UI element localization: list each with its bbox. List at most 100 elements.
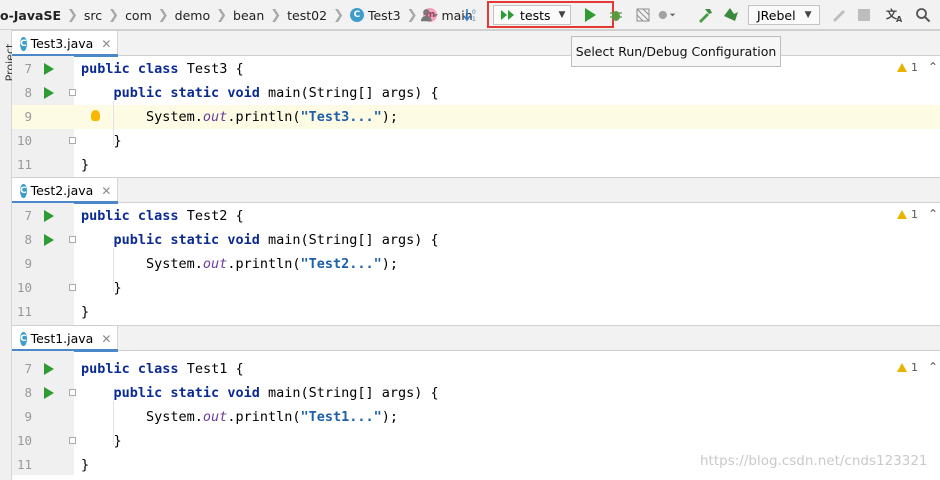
code-line[interactable]: 8 public static void main(String[] args)…: [12, 81, 940, 105]
code-text[interactable]: }: [81, 129, 122, 153]
fold-marker-icon[interactable]: [69, 236, 76, 243]
code-line[interactable]: 9 System.out.println("Test2...");: [12, 252, 940, 276]
code-line[interactable]: 8 public static void main(String[] args)…: [12, 381, 940, 405]
fold-marker-icon[interactable]: [69, 389, 76, 396]
line-number: 10: [16, 433, 32, 448]
user-icon[interactable]: [420, 6, 438, 24]
run-all-icon: [500, 9, 516, 21]
jrebel-selector[interactable]: JRebel ▼: [748, 5, 820, 25]
update-icon[interactable]: [830, 6, 848, 24]
close-icon[interactable]: ✕: [101, 184, 111, 198]
profiler-icon[interactable]: [658, 6, 676, 24]
code-token: "Test1...": [300, 409, 382, 425]
run-gutter-icon[interactable]: [44, 210, 54, 222]
coverage-icon[interactable]: [634, 6, 652, 24]
close-icon[interactable]: ✕: [101, 37, 111, 51]
code-text[interactable]: }: [81, 300, 89, 324]
editor-tab-bar: C Test3.java ✕: [12, 30, 940, 57]
code-text[interactable]: }: [81, 276, 122, 300]
breadcrumb-test02[interactable]: test02: [282, 8, 332, 23]
code-line[interactable]: 11}: [12, 300, 940, 324]
breadcrumb-test3-label: Test3: [367, 7, 401, 23]
svg-text:A: A: [896, 15, 903, 23]
code-line[interactable]: 10 }: [12, 129, 940, 153]
warning-indicator[interactable]: 1: [897, 361, 918, 374]
fold-marker-icon[interactable]: [69, 137, 76, 144]
code-line[interactable]: 7 public class Test2 {1 ⌃: [12, 204, 940, 228]
code-text[interactable]: public static void main(String[] args) {: [81, 228, 439, 252]
run-icon[interactable]: [581, 6, 599, 24]
debug-icon[interactable]: [607, 6, 625, 24]
project-tool-strip[interactable]: Project: [0, 30, 16, 480]
code-token: .println(: [227, 409, 301, 425]
warning-indicator[interactable]: 1: [897, 61, 918, 74]
code-line[interactable]: 8 public static void main(String[] args)…: [12, 228, 940, 252]
jrebel-debug-icon[interactable]: [722, 6, 740, 24]
translate-icon[interactable]: 文A: [886, 6, 904, 24]
code-text[interactable]: public class Test3 {: [81, 57, 244, 81]
code-text[interactable]: public static void main(String[] args) {: [81, 381, 439, 405]
code-token: void: [227, 385, 268, 401]
editor-tab-bar: C Test2.java ✕: [12, 177, 940, 204]
code-token: class: [137, 61, 187, 77]
run-gutter-icon[interactable]: [44, 87, 54, 99]
run-gutter-icon[interactable]: [44, 63, 54, 75]
breadcrumb-test3[interactable]: C Test3: [345, 8, 406, 23]
code-text[interactable]: System.out.println("Test2...");: [81, 252, 398, 276]
code-text[interactable]: public static void main(String[] args) {: [81, 81, 439, 105]
code-text[interactable]: }: [81, 453, 89, 477]
code-text[interactable]: public class Test2 {: [81, 204, 244, 228]
fold-marker-icon[interactable]: [69, 437, 76, 444]
breadcrumb-project[interactable]: o-JavaSE: [0, 8, 66, 23]
code-token: class: [137, 208, 187, 224]
line-number: 7: [24, 361, 32, 376]
code-text[interactable]: }: [81, 429, 122, 453]
chevron-up-icon[interactable]: ⌃: [928, 360, 938, 374]
sort-icon[interactable]: 01: [462, 6, 480, 24]
run-gutter-icon[interactable]: [44, 387, 54, 399]
stop-icon[interactable]: [855, 6, 873, 24]
code-text[interactable]: System.out.println("Test3...");: [81, 105, 398, 129]
code-token: main(String[] args) {: [267, 232, 439, 248]
code-line[interactable]: 9 System.out.println("Test1...");: [12, 405, 940, 429]
close-icon[interactable]: ✕: [101, 332, 111, 346]
warning-indicator[interactable]: 1: [897, 208, 918, 221]
code-token: System.: [81, 409, 203, 425]
code-token: public: [113, 85, 171, 101]
code-text[interactable]: }: [81, 153, 89, 177]
breadcrumb-separator: ❯: [333, 7, 344, 23]
class-icon: C: [349, 8, 364, 22]
code-line[interactable]: 10 }: [12, 276, 940, 300]
code-line[interactable]: 7 public class Test1 { 1 ⌃: [12, 357, 940, 381]
run-gutter-icon[interactable]: [44, 234, 54, 246]
breadcrumb-src[interactable]: src: [79, 8, 107, 23]
build-hammer-icon[interactable]: [696, 6, 714, 24]
run-gutter-icon[interactable]: [44, 363, 54, 375]
warning-count: 1: [911, 208, 918, 221]
fold-marker-icon[interactable]: [69, 89, 76, 96]
warning-icon: [897, 63, 907, 72]
breadcrumb-bean[interactable]: bean: [228, 8, 269, 23]
chevron-up-icon[interactable]: ⌃: [928, 207, 938, 221]
chevron-up-icon[interactable]: ⌃: [928, 60, 938, 74]
editor-tab[interactable]: C Test3.java ✕: [12, 31, 118, 57]
editor-tab-bar: C Test1.java ✕: [12, 325, 940, 352]
code-text[interactable]: public class Test1 {: [81, 357, 244, 381]
fold-marker-icon[interactable]: [69, 284, 76, 291]
breadcrumb-com[interactable]: com: [120, 8, 157, 23]
code-line[interactable]: 7 public class Test3 {1 ⌃: [12, 57, 940, 81]
code-line[interactable]: 9 System.out.println("Test3...");: [12, 105, 940, 129]
warning-count: 1: [911, 361, 918, 374]
code-line[interactable]: 11}: [12, 153, 940, 177]
run-config-selector[interactable]: tests ▼: [493, 5, 571, 25]
editor-tab[interactable]: C Test2.java ✕: [12, 178, 118, 204]
breadcrumb-demo[interactable]: demo: [170, 8, 215, 23]
editor-tab[interactable]: C Test1.java ✕: [12, 326, 118, 352]
search-icon[interactable]: [914, 6, 932, 24]
code-text[interactable]: System.out.println("Test1...");: [81, 405, 398, 429]
code-token: out: [202, 256, 228, 272]
code-token: static: [170, 232, 228, 248]
code-line[interactable]: 10 }: [12, 429, 940, 453]
main-toolbar: o-JavaSE ❯ src ❯ com ❯ demo ❯ bean ❯ tes…: [0, 0, 940, 30]
